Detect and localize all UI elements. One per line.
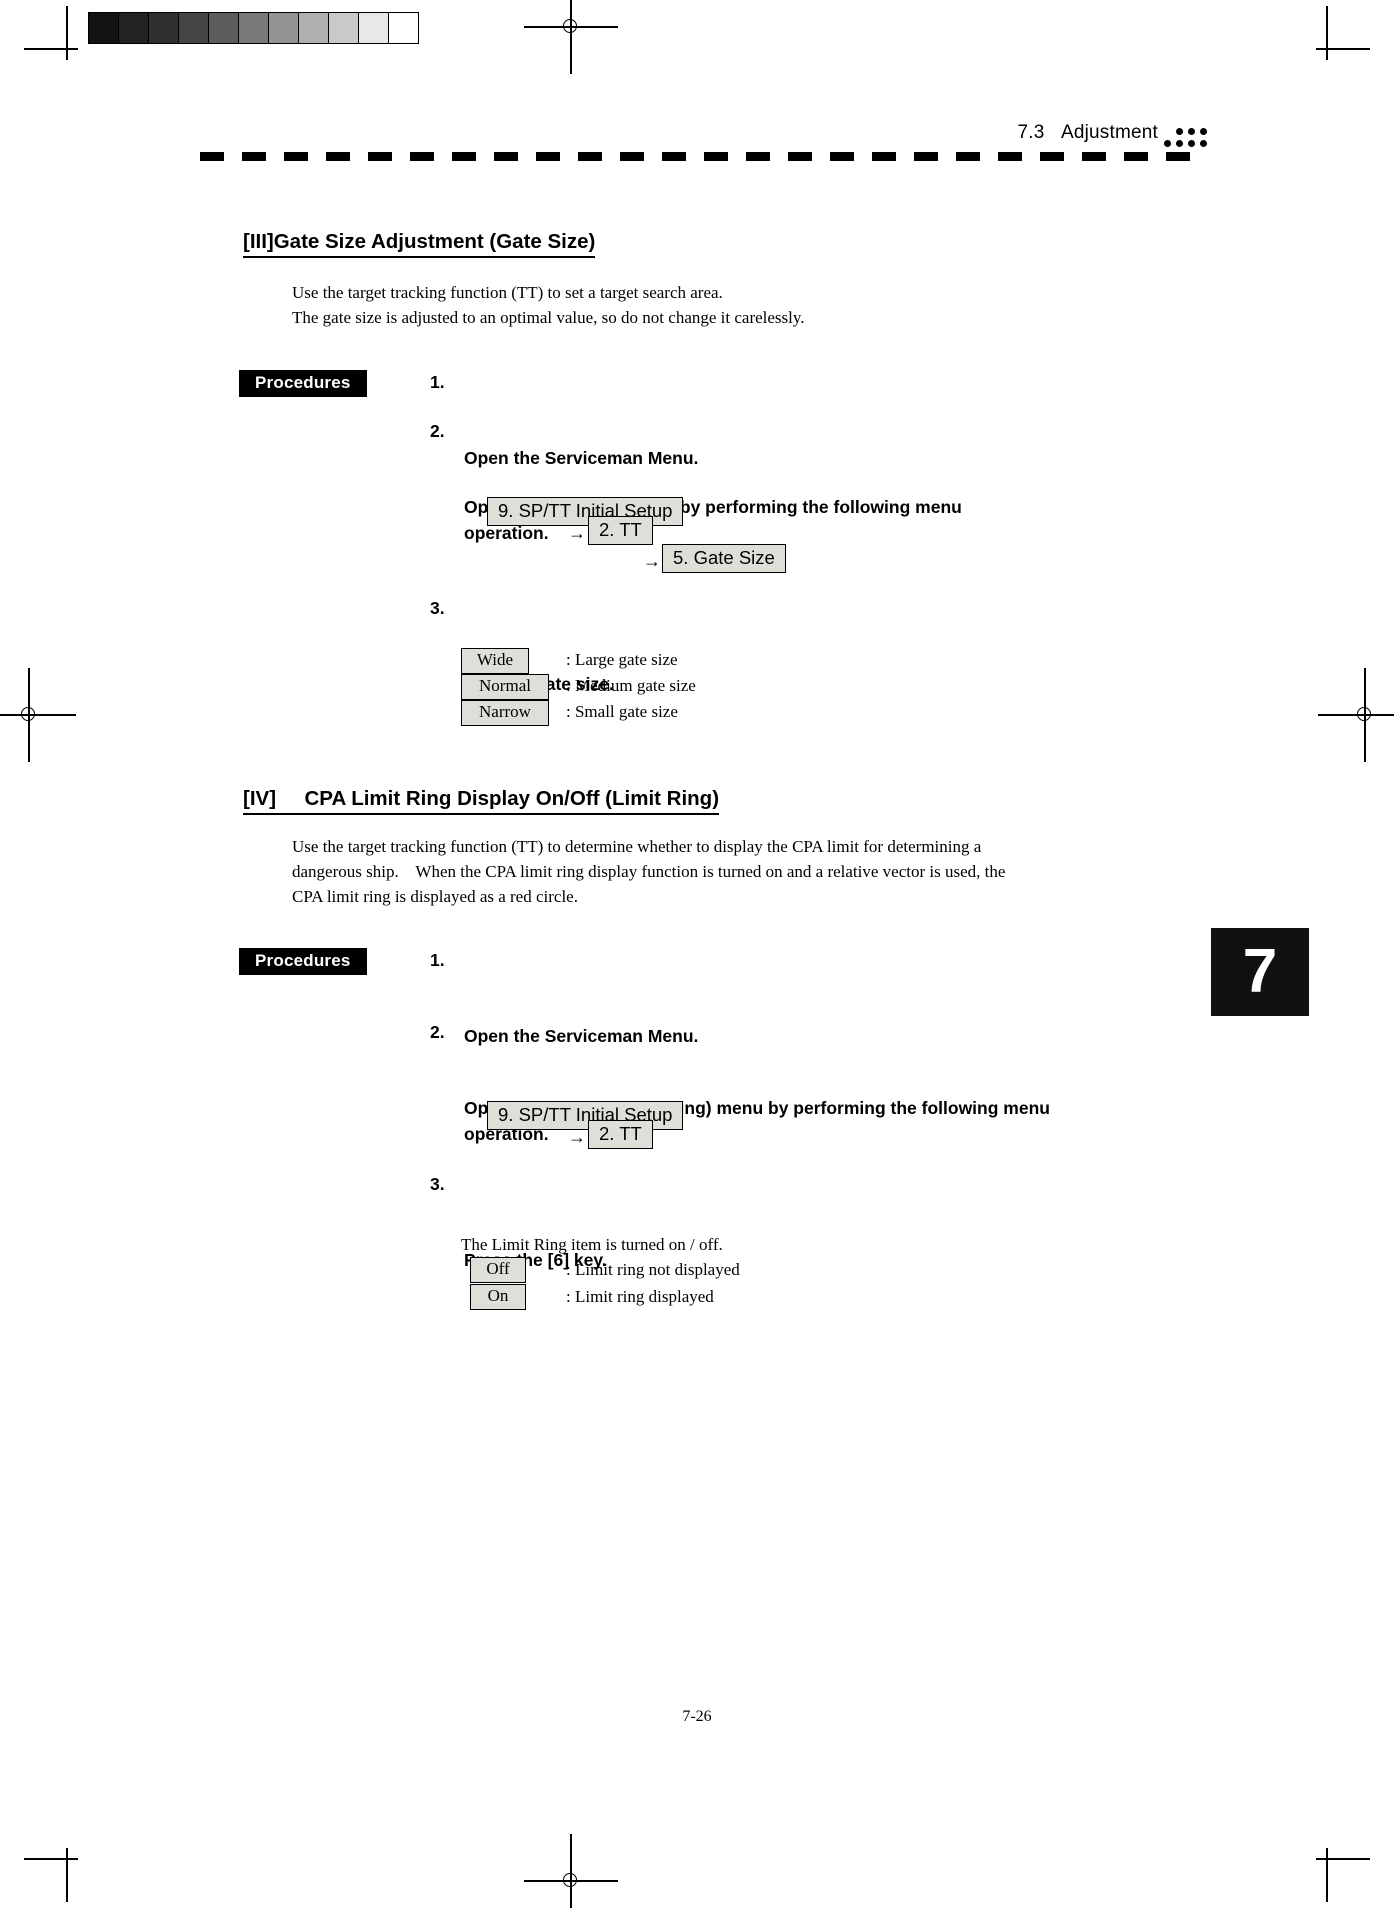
menu-arrow: → — [643, 551, 661, 571]
step-number: 3. — [430, 1174, 445, 1194]
menu-arrow: → — [568, 1127, 586, 1147]
crop-mark-top-right — [1316, 6, 1370, 60]
crop-mark-top-left — [24, 6, 78, 60]
section-heading-gate-size: [III]Gate Size Adjustment (Gate Size) — [243, 229, 596, 258]
gray-swatch — [119, 13, 149, 43]
section-intro-line: Use the target tracking function (TT) to… — [292, 283, 723, 302]
gray-swatch — [149, 13, 179, 43]
step-text: Select a gate size. — [464, 674, 614, 695]
option-chip-normal[interactable]: Normal — [461, 674, 549, 700]
option-description: : Small gate size — [566, 702, 678, 721]
section-intro-line: The gate size is adjusted to an optimal … — [292, 308, 805, 327]
menu-chip-gate-size[interactable]: 5. Gate Size — [662, 544, 786, 574]
step-number: 2. — [430, 1022, 445, 1042]
gray-swatch — [389, 13, 418, 43]
option-description: : Limit ring displayed — [566, 1287, 714, 1306]
chapter-tab: 7 — [1211, 928, 1309, 1016]
crop-mark-bottom-left — [24, 1848, 78, 1902]
section-heading-cpa-limit-ring: [IV] CPA Limit Ring Display On/Off (Limi… — [243, 786, 720, 815]
section-intro-line: dangerous ship. When the CPA limit ring … — [292, 862, 1006, 881]
document-page: 7.3 Adjustment 7 [III]Gate Size Adjustme… — [0, 0, 1394, 1908]
registration-mark-right — [1318, 668, 1394, 762]
procedures-badge: Procedures — [239, 948, 367, 975]
menu-chip-tt[interactable]: 2. TT — [588, 1120, 653, 1150]
step-number: 2. — [430, 421, 445, 441]
option-chip-wide[interactable]: Wide — [461, 648, 529, 674]
option-chip-off[interactable]: Off — [470, 1257, 526, 1283]
gray-swatch — [329, 13, 359, 43]
gray-swatch — [269, 13, 299, 43]
option-chip-narrow[interactable]: Narrow — [461, 700, 549, 726]
step-number: 3. — [430, 598, 445, 618]
menu-chip-sp-tt-initial-setup[interactable]: 9. SP/TT Initial Setup — [487, 1101, 684, 1131]
section-intro-line: Use the target tracking function (TT) to… — [292, 837, 982, 856]
menu-arrow: → — [568, 523, 586, 543]
menu-chip-sp-tt-initial-setup[interactable]: 9. SP/TT Initial Setup — [487, 497, 684, 527]
footer-page-number: 7-26 — [682, 1708, 712, 1725]
gray-swatch — [299, 13, 329, 43]
grayscale-calibration-bar — [88, 12, 419, 44]
registration-mark-bottom — [524, 1834, 618, 1908]
header-dashed-rule — [200, 152, 1207, 161]
option-chip-on[interactable]: On — [470, 1284, 526, 1310]
option-description: : Large gate size — [566, 650, 678, 669]
header-section-title: Adjustment — [1060, 122, 1158, 143]
option-description: : Limit ring not displayed — [566, 1260, 740, 1279]
step-number: 1. — [430, 950, 445, 970]
option-description: : Medium gate size — [566, 676, 696, 695]
gray-swatch — [359, 13, 389, 43]
step-number: 1. — [430, 372, 445, 392]
registration-mark-top — [524, 0, 618, 74]
section-intro-line: CPA limit ring is displayed as a red cir… — [292, 887, 578, 906]
limit-ring-note: The Limit Ring item is turned on / off. — [461, 1235, 723, 1254]
menu-chip-tt[interactable]: 2. TT — [588, 516, 653, 546]
gray-swatch — [179, 13, 209, 43]
gray-swatch — [209, 13, 239, 43]
gray-swatch — [89, 13, 119, 43]
crop-mark-bottom-right — [1316, 1848, 1370, 1902]
registration-mark-left — [0, 668, 76, 762]
dot-grid-icon — [1164, 128, 1207, 152]
procedures-badge: Procedures — [239, 370, 367, 397]
header-section-number: 7.3 — [1017, 122, 1045, 143]
gray-swatch — [239, 13, 269, 43]
header-section-label: 7.3 Adjustment — [1018, 122, 1159, 144]
